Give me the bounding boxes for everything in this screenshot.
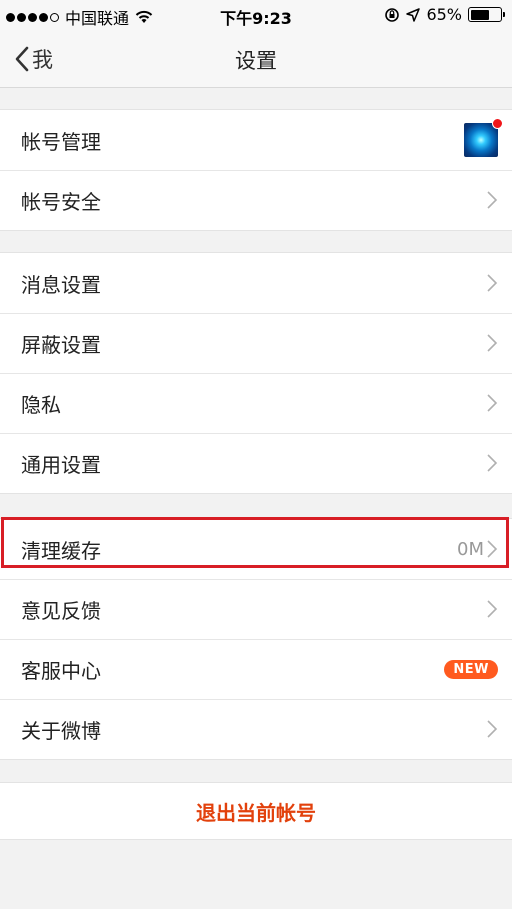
chevron-right-icon: [487, 600, 498, 618]
general-settings-row[interactable]: 通用设置: [0, 433, 512, 493]
message-settings-row[interactable]: 消息设置: [0, 253, 512, 313]
account-security-label: 帐号安全: [21, 189, 101, 214]
clear-cache-row[interactable]: 清理缓存 0M: [0, 519, 512, 579]
chevron-right-icon: [487, 720, 498, 738]
account-security-row[interactable]: 帐号安全: [0, 170, 512, 230]
feedback-row[interactable]: 意见反馈: [0, 579, 512, 639]
status-right: 65%: [384, 5, 505, 24]
chevron-right-icon: [487, 334, 498, 352]
battery-icon: [468, 7, 505, 22]
battery-percent: 65%: [426, 5, 462, 24]
chevron-right-icon: [487, 454, 498, 472]
chevron-right-icon: [487, 394, 498, 412]
settings-section: 消息设置 屏蔽设置 隐私 通用设置: [0, 252, 512, 494]
privacy-label: 隐私: [21, 392, 61, 417]
page-title: 设置: [235, 49, 277, 73]
account-manage-label: 帐号管理: [21, 129, 101, 154]
back-label: 我: [32, 48, 53, 72]
clear-cache-label: 清理缓存: [21, 538, 101, 563]
navigation-bar: 我 设置: [0, 30, 512, 88]
rotation-lock-icon: [385, 7, 400, 22]
account-manage-row[interactable]: 帐号管理: [0, 110, 512, 170]
notification-dot: [492, 118, 503, 129]
chevron-right-icon: [487, 191, 498, 209]
status-bar: 中国联通 下午9:23 65%: [0, 0, 512, 30]
general-settings-label: 通用设置: [21, 452, 101, 477]
back-button[interactable]: 我: [14, 44, 53, 74]
support-center-label: 客服中心: [21, 658, 101, 683]
avatar: [464, 118, 503, 157]
cache-size: 0M: [457, 538, 484, 560]
block-settings-row[interactable]: 屏蔽设置: [0, 313, 512, 373]
chevron-right-icon: [487, 540, 498, 558]
new-badge: NEW: [444, 659, 498, 679]
chevron-right-icon: [487, 274, 498, 292]
about-row[interactable]: 关于微博: [0, 699, 512, 759]
about-label: 关于微博: [21, 718, 101, 743]
support-center-row[interactable]: 客服中心 NEW: [0, 639, 512, 699]
account-section: 帐号管理 帐号安全: [0, 109, 512, 231]
misc-section: 清理缓存 0M 意见反馈 客服中心 NEW 关于微博: [0, 518, 512, 760]
logout-label: 退出当前帐号: [196, 800, 316, 825]
message-settings-label: 消息设置: [21, 272, 101, 297]
privacy-row[interactable]: 隐私: [0, 373, 512, 433]
logout-button[interactable]: 退出当前帐号: [0, 782, 512, 840]
location-icon: [406, 7, 421, 22]
chevron-left-icon: [15, 46, 29, 72]
feedback-label: 意见反馈: [21, 598, 101, 623]
block-settings-label: 屏蔽设置: [21, 332, 101, 357]
